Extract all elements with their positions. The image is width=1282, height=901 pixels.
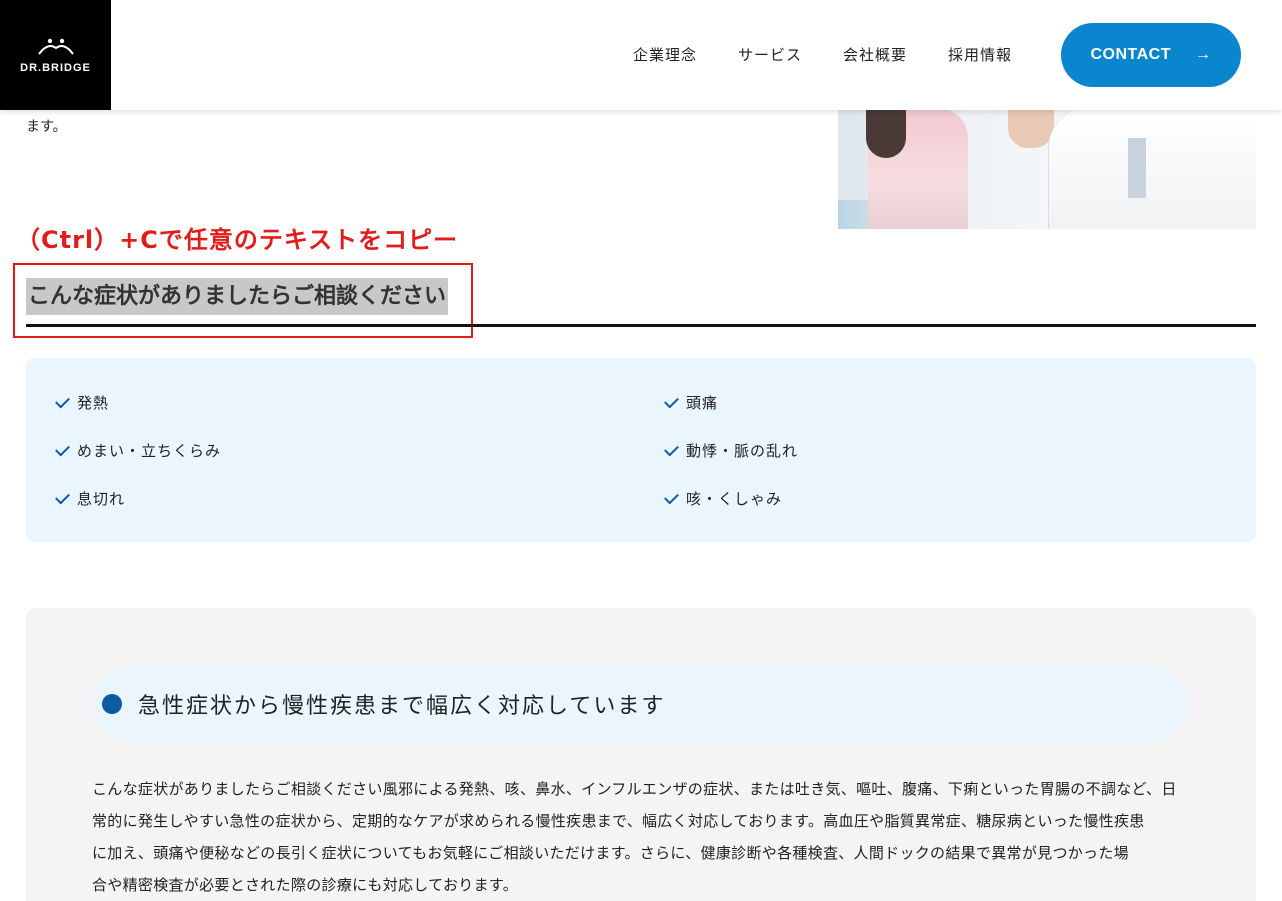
list-item: 発熱	[55, 392, 110, 413]
logo-text: DR.BRIDGE	[20, 62, 91, 74]
arrow-right-icon: →	[1195, 46, 1212, 63]
main-nav: 企業理念 サービス 会社概要 採用情報	[633, 44, 1053, 65]
list-item: 息切れ	[55, 488, 126, 509]
feature-heading-pill: 急性症状から慢性疾患まで幅広く対応しています	[92, 667, 1188, 741]
list-item: 咳・くしゃみ	[664, 488, 783, 509]
feature-body-line: 合や精密検査が必要とされた際の診療にも対応しております。	[92, 876, 519, 894]
symptom-label: 息切れ	[77, 490, 126, 508]
feature-body-line: 常的に発生しやすい急性の症状から、定期的なケアが求められる慢性疾患まで、幅広く対…	[92, 812, 1145, 830]
symptom-label: 咳・くしゃみ	[686, 490, 783, 508]
nav-item-philosophy[interactable]: 企業理念	[633, 44, 697, 65]
check-icon	[55, 441, 70, 456]
intro-text-fragment: ます。	[26, 119, 67, 135]
contact-button[interactable]: CONTACT →	[1061, 23, 1241, 87]
symptom-label: 頭痛	[686, 394, 719, 412]
check-icon	[664, 489, 679, 504]
copy-instruction-annotation: （Ctrl）+Cで任意のテキストをコピー	[16, 226, 459, 254]
nav-item-recruit[interactable]: 採用情報	[948, 44, 1012, 65]
logo[interactable]: DR.BRIDGE	[0, 0, 111, 110]
photo-doctor-collar	[1128, 138, 1146, 198]
nav-item-company[interactable]: 会社概要	[843, 44, 907, 65]
feature-body-text: こんな症状がありましたらご相談ください風邪による発熱、咳、鼻水、インフルエンザの…	[92, 773, 1192, 901]
photo-hand	[1008, 108, 1054, 148]
check-icon	[55, 489, 70, 504]
check-icon	[55, 393, 70, 408]
symptom-label: めまい・立ちくらみ	[77, 442, 222, 460]
section-title-selected[interactable]: こんな症状がありましたらご相談ください	[26, 278, 449, 315]
logo-mark-icon	[37, 38, 74, 55]
site-header: DR.BRIDGE 企業理念 サービス 会社概要 採用情報 CONTACT →	[0, 0, 1282, 110]
photo-patient-hair	[866, 108, 906, 158]
list-item: 動悸・脈の乱れ	[664, 440, 799, 461]
feature-body-line: こんな症状がありましたらご相談ください風邪による発熱、咳、鼻水、インフルエンザの…	[92, 780, 1177, 798]
list-item: めまい・立ちくらみ	[55, 440, 222, 461]
list-item: 頭痛	[664, 392, 719, 413]
contact-label: CONTACT	[1090, 46, 1172, 63]
feature-body-line: に加え、頭痛や便秘などの長引く症状についてもお気軽にご相談いただけます。さらに、…	[92, 844, 1129, 862]
feature-heading: 急性症状から慢性疾患まで幅広く対応しています	[138, 694, 666, 719]
doctor-patient-photo	[838, 108, 1256, 229]
symptom-label: 発熱	[77, 394, 110, 412]
check-icon	[664, 393, 679, 408]
bullet-dot-icon	[102, 694, 122, 714]
photo-doctor-figure	[1048, 108, 1256, 229]
title-underline	[26, 324, 1256, 327]
check-icon	[664, 441, 679, 456]
symptom-label: 動悸・脈の乱れ	[686, 442, 799, 460]
nav-item-service[interactable]: サービス	[738, 44, 802, 65]
